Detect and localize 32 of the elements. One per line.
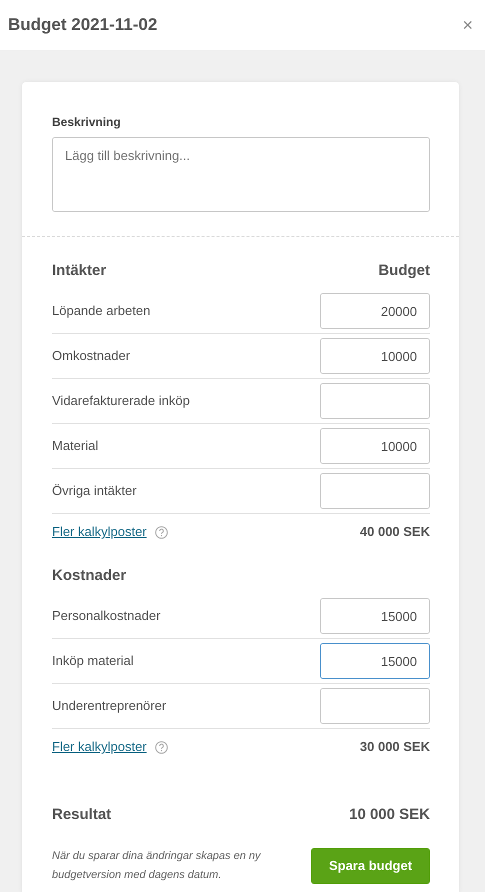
budget-input[interactable] xyxy=(320,688,430,724)
row-label: Övriga intäkter xyxy=(52,482,137,500)
budget-input[interactable]: 15000 xyxy=(320,643,430,679)
section-heading: Kostnader xyxy=(52,566,126,586)
field-label: Beskrivning xyxy=(52,114,121,131)
row-label: Inköp material xyxy=(52,652,134,670)
budget-input[interactable]: 15000 xyxy=(320,598,430,634)
row-label: Personalkostnader xyxy=(52,607,160,626)
row-label: Omkostnader xyxy=(52,347,130,366)
budget-input[interactable]: 10000 xyxy=(320,428,430,464)
budget-input[interactable] xyxy=(320,473,430,509)
help-icon[interactable] xyxy=(154,740,168,754)
result-label: Resultat xyxy=(52,804,112,825)
total-amount: 30 000 SEK xyxy=(360,738,430,756)
section-heading: Intäkter xyxy=(52,260,106,281)
row-label: Underentreprenörer xyxy=(52,697,166,716)
row-label: Material xyxy=(52,437,98,456)
budget-input[interactable] xyxy=(320,383,430,419)
row-label: Vidarefakturerade inköp xyxy=(52,392,190,410)
dialog-title: Budget 2021-11-02 xyxy=(8,14,158,36)
description-field[interactable]: Lägg till beskrivning... xyxy=(52,137,430,212)
row-label: Löpande arbeten xyxy=(52,302,150,320)
more-items-link[interactable]: Fler kalkylposter xyxy=(52,522,147,542)
more-items-link[interactable]: Fler kalkylposter xyxy=(52,737,147,757)
info-text: När du sparar dina ändringar skapas en ny budgetversion med dagens datum. xyxy=(52,849,262,883)
help-icon[interactable] xyxy=(154,526,168,538)
total-amount: 40 000 SEK xyxy=(360,523,430,542)
result-amount: 10 000 SEK xyxy=(349,804,430,825)
budget-input[interactable]: 10000 xyxy=(320,338,430,374)
column-heading: Budget xyxy=(378,260,430,281)
close-button[interactable]: × xyxy=(458,16,477,34)
budget-input[interactable]: 20000 xyxy=(320,293,430,329)
